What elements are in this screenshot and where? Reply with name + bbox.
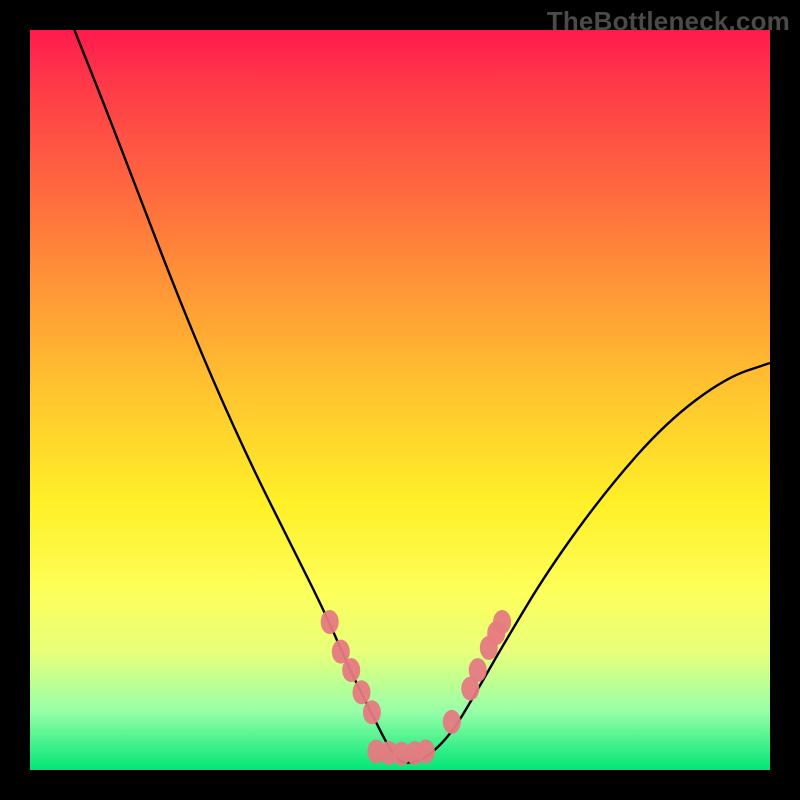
curve-markers <box>321 610 511 766</box>
bottleneck-curve <box>74 30 770 763</box>
watermark-text: TheBottleneck.com <box>547 6 790 37</box>
curve-marker <box>363 700 381 724</box>
curve-marker <box>469 658 487 682</box>
curve-marker <box>342 658 360 682</box>
curve-marker <box>321 610 339 634</box>
curve-marker <box>417 740 435 764</box>
curve-marker <box>493 610 511 634</box>
curve-marker <box>443 710 461 734</box>
chart-svg <box>30 30 770 770</box>
curve-marker <box>353 680 371 704</box>
chart-plot-area <box>30 30 770 770</box>
